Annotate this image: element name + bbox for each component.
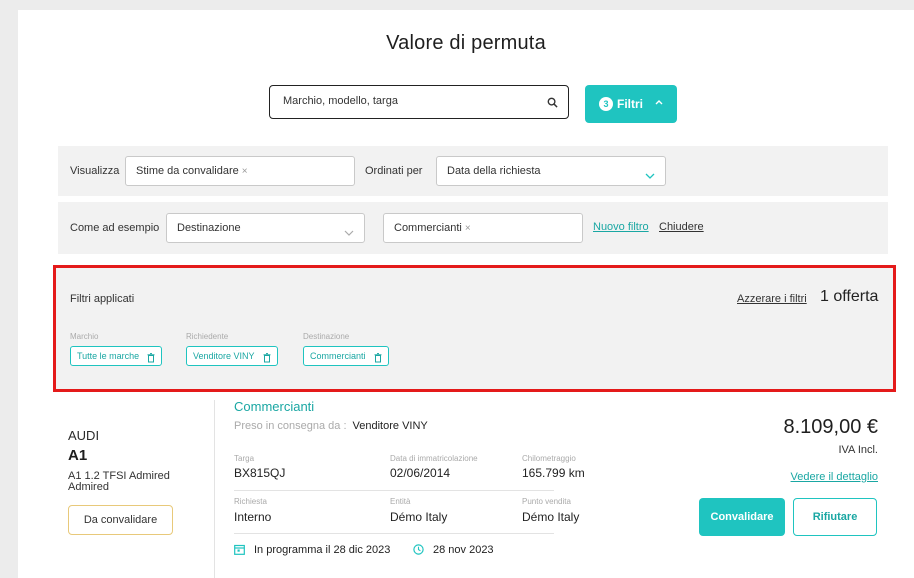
- remove-icon[interactable]: ×: [242, 166, 248, 177]
- view-detail-link[interactable]: Vedere il dettaglio: [791, 471, 878, 483]
- filter-chip[interactable]: Venditore VINY: [186, 346, 278, 366]
- validate-button[interactable]: Convalidare: [699, 498, 785, 536]
- close-filters-link[interactable]: Chiudere: [659, 221, 704, 233]
- filter-field-select[interactable]: Destinazione: [166, 213, 365, 243]
- filter-tag-value: Commercianti: [394, 222, 462, 234]
- row-divider: [234, 533, 554, 534]
- page-title: Valore di permuta: [386, 32, 546, 54]
- view-options-bar: Visualizza Stime da convalidare × Ordinat…: [58, 146, 888, 196]
- filters-button[interactable]: 3 Filtri: [585, 85, 677, 123]
- field-label: Richiesta: [234, 497, 267, 506]
- filter-value-input[interactable]: Commercianti ×: [383, 213, 583, 243]
- filter-caption: Marchio: [70, 332, 99, 341]
- vehicle-brand: AUDI: [68, 428, 100, 443]
- field-value: Démo Italy: [522, 510, 580, 524]
- chevron-up-icon: [654, 96, 664, 110]
- order-label: Ordinati per: [365, 165, 423, 177]
- scheduled-date: In programma il 28 dic 2023: [254, 544, 391, 556]
- filter-builder-bar: Come ad esempio Destinazione Commerciant…: [58, 202, 888, 254]
- card-divider: [214, 400, 215, 578]
- reject-button[interactable]: Rifiutare: [793, 498, 877, 536]
- trash-icon[interactable]: [374, 351, 382, 369]
- filter-caption: Destinazione: [303, 332, 350, 341]
- chevron-down-icon: [344, 224, 354, 242]
- field-value: 165.799 km: [522, 466, 585, 480]
- chevron-down-icon: [645, 167, 655, 185]
- applied-filters-title: Filtri applicati: [70, 293, 135, 305]
- field-value: BX815QJ: [234, 466, 286, 480]
- field-value: Interno: [234, 510, 272, 524]
- reset-filters-link[interactable]: Azzerare i filtri: [737, 293, 807, 305]
- view-label: Visualizza: [70, 165, 120, 177]
- view-select[interactable]: Stime da convalidare ×: [125, 156, 355, 186]
- status-badge[interactable]: Da convalidare: [68, 505, 173, 535]
- calendar-icon: [234, 544, 245, 558]
- search-placeholder: Marchio, modello, targa: [283, 95, 398, 107]
- filter-chip[interactable]: Tutte le marche: [70, 346, 163, 369]
- taken-by-label: Preso in consegna da :: [234, 420, 347, 432]
- filters-button-label: Filtri: [617, 97, 643, 111]
- view-value: Stime da convalidare: [136, 165, 239, 177]
- remove-icon[interactable]: ×: [465, 223, 471, 234]
- filter-field-value: Destinazione: [177, 222, 241, 234]
- offer-destination: Commercianti: [234, 399, 315, 414]
- vehicle-model: A1: [68, 447, 88, 464]
- filter-chip[interactable]: Commercianti: [303, 346, 389, 366]
- field-label: Entità: [390, 497, 411, 506]
- new-filter-link[interactable]: Nuovo filtro: [593, 221, 649, 233]
- vat-label: IVA Incl.: [838, 444, 878, 456]
- field-label: Data di immatricolazione: [390, 454, 478, 463]
- filters-count-badge: 3: [599, 97, 613, 111]
- field-label: Punto vendita: [522, 497, 571, 506]
- offer-count: 1 offerta: [820, 288, 879, 305]
- clock-icon: [413, 544, 424, 558]
- vehicle-variant: A1 1.2 TFSI Admired Admired: [68, 470, 170, 493]
- taken-by: Preso in consegna da : Venditore VINY: [234, 420, 428, 432]
- example-label: Come ad esempio: [70, 222, 160, 234]
- applied-filters-panel: Filtri applicati Azzerare i filtri 1 off…: [53, 265, 896, 392]
- filter-caption: Richiedente: [186, 332, 229, 341]
- trade-in-page: Valore di permuta Marchio, modello, targ…: [18, 10, 914, 578]
- order-value: Data della richiesta: [447, 165, 541, 177]
- search-icon[interactable]: [547, 95, 558, 113]
- offer-price: 8.109,00 €: [783, 416, 878, 438]
- row-divider: [234, 490, 554, 491]
- field-label: Targa: [234, 454, 255, 463]
- trash-icon[interactable]: [263, 351, 271, 369]
- taken-by-value: Venditore VINY: [352, 420, 428, 432]
- request-date: 28 nov 2023: [433, 544, 494, 556]
- order-select[interactable]: Data della richiesta: [436, 156, 666, 186]
- search-input[interactable]: Marchio, modello, targa: [269, 85, 569, 119]
- trash-icon[interactable]: [147, 351, 155, 369]
- field-value: 02/06/2014: [390, 466, 451, 480]
- field-label: Chilometraggio: [522, 454, 576, 463]
- field-value: Démo Italy: [390, 510, 448, 524]
